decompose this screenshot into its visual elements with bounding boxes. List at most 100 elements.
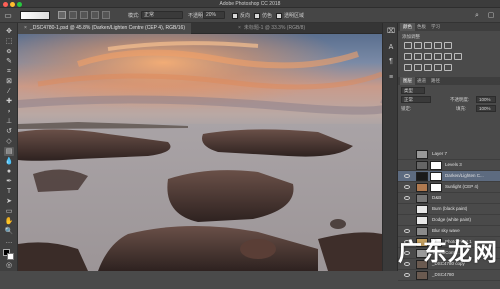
selective-color-icon[interactable] [444,64,452,71]
layer-thumbnail [416,172,428,181]
layer-row[interactable]: Sunlight (CEP 4) [398,182,500,193]
layer-mask-thumbnail[interactable] [430,183,442,192]
layer-mask-thumbnail[interactable] [430,172,442,181]
more-tools-icon[interactable]: … [4,237,14,246]
gradient-style-buttons [58,11,118,20]
frame-tool-icon[interactable]: ⊠ [4,77,14,86]
tab-document-1[interactable]: × _DSC4780-1.psd @ 45.8% (Darken/Lighten … [18,23,191,34]
type-tool-icon[interactable]: T [4,187,14,196]
move-tool-icon[interactable]: ✥ [4,27,14,36]
eraser-tool-icon[interactable]: ◇ [4,137,14,146]
layer-opacity-input[interactable]: 100% [476,96,496,103]
visibility-eye-icon[interactable] [404,174,410,178]
layer-name: Dodge (white paint) [432,217,472,222]
hue-saturation-icon[interactable] [404,53,412,60]
tab-layers[interactable]: 图层 [400,77,415,85]
dodge-tool-icon[interactable]: ● [4,167,14,176]
tab-paths[interactable]: 路径 [428,77,443,85]
gradient-tool-icon[interactable]: ▤ [4,147,14,156]
document-canvas[interactable] [18,34,382,271]
path-select-tool-icon[interactable]: ➤ [4,197,14,206]
gradient-preview[interactable] [20,11,50,20]
crop-tool-icon[interactable]: ⌗ [4,67,14,76]
quick-select-tool-icon[interactable]: ✎ [4,57,14,66]
collapsed-panel-dock: ⌧ A ¶ ≡ [382,23,398,271]
lasso-tool-icon[interactable]: ꝋ [4,47,14,56]
layer-thumbnail [416,205,428,214]
tab-color[interactable]: 颜色 [400,23,415,31]
close-tab-icon[interactable]: × [238,25,241,31]
dither-checkbox[interactable] [254,12,260,19]
background-color-swatch[interactable] [7,253,14,260]
radial-gradient-icon[interactable] [69,11,77,19]
eyedropper-tool-icon[interactable]: ⁄ [4,87,14,96]
blend-mode-select[interactable]: 正常 [401,96,431,103]
marquee-tool-icon[interactable]: ⬚ [4,37,14,46]
healing-brush-tool-icon[interactable]: ✚ [4,97,14,106]
layer-thumbnail [416,150,428,159]
tab-label: _DSC4780-1.psd @ 45.8% (Darken/Lighten C… [29,25,185,31]
properties-panel-icon[interactable]: ≡ [386,73,396,82]
gradient-tool-icon[interactable]: ▭ [3,11,13,20]
workspace-icon[interactable]: ▢ [486,11,496,20]
layers-panel-tabs: 图层 通道 路径 [398,77,500,85]
layer-name: Sunlight (CEP 4) [445,184,479,189]
fill-input[interactable]: 100% [476,105,496,112]
diamond-gradient-icon[interactable] [102,11,110,19]
history-panel-icon[interactable]: ⌧ [386,27,396,36]
layer-row[interactable]: Levels 3 [398,160,500,171]
reverse-checkbox[interactable] [232,12,238,19]
lock-label: 锁定: [401,106,412,111]
paragraph-panel-icon[interactable]: ¶ [386,57,396,66]
linear-gradient-icon[interactable] [58,11,66,19]
channel-mixer-icon[interactable] [444,53,452,60]
character-panel-icon[interactable]: A [386,43,396,52]
layer-row[interactable]: Darken/Lighten C... [398,171,500,182]
layer-kind-filter[interactable]: 类型 [401,87,425,94]
posterize-icon[interactable] [414,64,422,71]
gradient-map-icon[interactable] [434,64,442,71]
curves-icon[interactable] [424,42,432,49]
visibility-eye-icon[interactable] [404,185,410,189]
threshold-icon[interactable] [424,64,432,71]
layer-row[interactable]: Layer 7 [398,149,500,160]
color-balance-icon[interactable] [414,53,422,60]
tab-document-2[interactable]: × 未标题-1 @ 33.3% (RGB/8) [232,23,311,34]
hand-tool-icon[interactable]: ✋ [4,217,14,226]
layer-row[interactable]: Burn (black paint) [398,204,500,215]
tools-panel: ✥ ⬚ ꝋ ✎ ⌗ ⊠ ⁄ ✚ ⸗ ⊥ ↺ ◇ ▤ 💧 ● ✒ T ➤ ▭ ✋ … [0,23,18,271]
layer-mask-thumbnail[interactable] [430,161,442,170]
photo-filter-icon[interactable] [434,53,442,60]
tab-swatches[interactable]: 色板 [414,23,429,31]
search-icon[interactable]: ⌕ [472,11,482,20]
close-tab-icon[interactable]: × [24,25,27,31]
tab-channels[interactable]: 通道 [414,77,429,85]
quick-mask-icon[interactable]: ◎ [4,261,14,270]
zoom-tool-icon[interactable]: 🔍 [4,227,14,236]
clone-stamp-tool-icon[interactable]: ⊥ [4,117,14,126]
history-brush-tool-icon[interactable]: ↺ [4,127,14,136]
title-bar: Adobe Photoshop CC 2018 [0,0,500,8]
brightness-icon[interactable] [404,42,412,49]
blur-tool-icon[interactable]: 💧 [4,157,14,166]
layer-row[interactable]: D&B [398,193,500,204]
angle-gradient-icon[interactable] [80,11,88,19]
visibility-eye-icon[interactable] [404,273,410,277]
layer-row[interactable]: Dodge (white paint) [398,215,500,226]
visibility-eye-icon[interactable] [404,196,410,200]
exposure-icon[interactable] [434,42,442,49]
mode-select[interactable]: 正常 [141,11,183,19]
transparency-checkbox[interactable] [276,12,282,19]
black-white-icon[interactable] [424,53,432,60]
reflected-gradient-icon[interactable] [91,11,99,19]
rectangle-tool-icon[interactable]: ▭ [4,207,14,216]
pen-tool-icon[interactable]: ✒ [4,177,14,186]
invert-icon[interactable] [404,64,412,71]
brush-tool-icon[interactable]: ⸗ [4,107,14,116]
levels-icon[interactable] [414,42,422,49]
tab-learn[interactable]: 学习 [428,23,443,31]
color-lookup-icon[interactable] [454,53,462,60]
opacity-input[interactable]: 20% [203,11,225,19]
vibrance-icon[interactable] [444,42,452,49]
layer-row[interactable]: _DSC4780 [398,270,500,281]
